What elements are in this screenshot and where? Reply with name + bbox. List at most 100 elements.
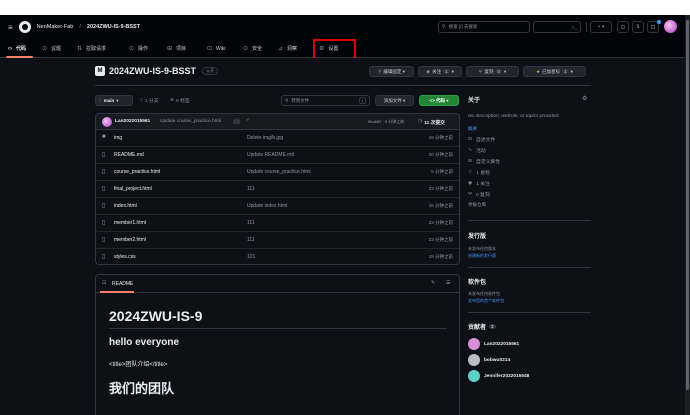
activity-link[interactable]: ∿ 活动 xyxy=(468,147,486,154)
file-row[interactable]: ▯ final_project.html 111 23 分钟之前 xyxy=(96,181,459,198)
tab-projects[interactable]: ⊞ 项目 xyxy=(167,43,186,54)
tab-wiki[interactable]: ⊡ Wiki xyxy=(207,43,225,54)
file-row[interactable]: ▯ course_practice.html Update course_pract… xyxy=(96,164,459,181)
readme-heading-2: hello everyone xyxy=(109,337,180,348)
commit-message[interactable]: Update course_practice.html xyxy=(160,119,221,124)
code-icon: ‹› xyxy=(8,45,12,52)
fork-icon: Ψ xyxy=(468,192,473,197)
file-name[interactable]: index.html xyxy=(114,203,137,209)
forks-link[interactable]: Ψ0 复刻 xyxy=(468,191,490,198)
create-release-link[interactable]: 创建新的发行版 xyxy=(468,253,496,259)
settings-highlight-box xyxy=(313,39,356,60)
user-avatar[interactable] xyxy=(664,20,677,33)
readme-tab-underline xyxy=(100,291,134,293)
github-logo[interactable] xyxy=(18,21,31,33)
packages-title[interactable]: 软件包 xyxy=(468,277,486,286)
file-name[interactable]: README.md xyxy=(114,152,144,158)
file-commit-time: 23 分钟之前 xyxy=(428,186,453,191)
tab-insights[interactable]: ⊿ 洞察 xyxy=(278,43,297,54)
file-row[interactable]: ▯ member2.html 111 23 分钟之前 xyxy=(96,232,459,249)
outline-icon[interactable]: ☰ xyxy=(446,280,450,286)
readme-heading-team: 我们的团队 xyxy=(109,381,175,396)
pull-requests-button[interactable]: ⇅ xyxy=(632,21,644,33)
file-commit-message[interactable]: 111 xyxy=(247,220,255,226)
file-row[interactable]: ▯ README.md Update README.md 20 分钟之前 xyxy=(96,147,459,164)
tab-security[interactable]: ⊙ 安全 xyxy=(243,43,262,54)
report-link[interactable]: 举报仓库 xyxy=(468,202,486,208)
file-name[interactable]: final_project.html xyxy=(114,186,152,192)
tab-pull-requests[interactable]: ⇅ 拉取请求 xyxy=(77,43,106,54)
book-icon: ⊡ xyxy=(207,46,213,52)
star-button[interactable]: ★ 已加星标 1 ▾ xyxy=(523,66,586,77)
contributor-item[interactable]: Lan2022015561 xyxy=(468,338,519,350)
code-button[interactable]: <> 代码 ▾ xyxy=(419,95,459,106)
file-row[interactable]: ▯ index.html Update index.html 16 分钟之前 xyxy=(96,198,459,215)
go-to-file-input[interactable]: ⚲ 转到文件 t xyxy=(281,95,370,106)
sidebar-divider xyxy=(468,312,591,313)
file-commit-message[interactable]: 111 xyxy=(247,186,255,192)
file-commit-message[interactable]: Update course_practice.html xyxy=(247,169,311,175)
pencil-icon[interactable]: ✎ xyxy=(431,280,435,286)
about-summary-link[interactable]: 概要 xyxy=(468,126,477,132)
app-window: ≡ NeoMaker-Fab / 2024ZWU-IS-9-BSST ⚲ 搜索 … xyxy=(0,0,690,415)
global-header: ≡ NeoMaker-Fab / 2024ZWU-IS-9-BSST ⚲ 搜索 … xyxy=(0,15,690,39)
commit-hash[interactable]: 86a682 · 5 分钟之前 xyxy=(368,119,404,125)
file-row[interactable]: ▯ member1.html 111 23 分钟之前 xyxy=(96,215,459,232)
scrollbar-thumb[interactable] xyxy=(686,20,689,390)
terminal-button[interactable]: >_ xyxy=(533,21,581,33)
file-commit-message[interactable]: Delete img/b.jpg xyxy=(247,135,283,141)
fork-icon: Ψ xyxy=(478,69,483,74)
search-input[interactable]: ⚲ 搜索 [/] 去搜索 xyxy=(438,21,530,33)
file-name[interactable]: member1.html xyxy=(114,220,146,226)
stars-link[interactable]: ☆ 1 星标 xyxy=(468,169,490,176)
commit-author[interactable]: Lan2022015561 xyxy=(115,119,150,124)
releases-title[interactable]: 发行版 xyxy=(468,231,486,240)
repo-link[interactable]: 2024ZWU-IS-9-BSST xyxy=(87,24,140,30)
file-icon: ▯ xyxy=(102,220,106,226)
title-divider xyxy=(95,85,591,86)
publish-package-link[interactable]: 发布您的首个软件包 xyxy=(468,298,504,304)
branch-icon: ᚴ xyxy=(140,98,143,104)
file-row[interactable]: ▯ styles.css 121 19 分钟之前 xyxy=(96,249,459,264)
file-name[interactable]: styles.css xyxy=(114,254,136,260)
tab-code[interactable]: ‹› 代码 xyxy=(8,43,26,54)
issues-button[interactable]: ⊙ xyxy=(617,21,629,33)
file-row[interactable]: ■ img Delete img/b.jpg 16 分钟之前 xyxy=(96,130,459,147)
commit-count[interactable]: ◷ 11 次提交 xyxy=(418,119,445,126)
about-gear-icon[interactable]: ⚙ xyxy=(582,95,587,102)
menu-icon[interactable]: ≡ xyxy=(8,23,13,32)
file-commit-message[interactable]: Update README.md xyxy=(247,152,294,158)
fork-button[interactable]: Ψ 复刻 0 ▾ xyxy=(466,66,519,77)
file-commit-message[interactable]: 111 xyxy=(247,237,255,243)
file-name[interactable]: img xyxy=(114,135,122,141)
contributor-name: Jennifer2022015548 xyxy=(484,373,530,379)
readme-tab[interactable]: README xyxy=(112,281,133,287)
contributor-item[interactable]: Jennifer2022015548 xyxy=(468,370,529,382)
eye-icon: ◉ xyxy=(426,68,431,74)
repo-title[interactable]: 2024ZWU-IS-9-BSST xyxy=(109,66,196,76)
owner-link[interactable]: NeoMaker-Fab xyxy=(37,24,74,30)
tab-actions[interactable]: ⊙ 操作 xyxy=(129,43,148,54)
custom-properties-link[interactable]: ⊟ 自定义属性 xyxy=(468,158,500,165)
edit-pins-button[interactable]: ⚲ 编辑固定 ▾ xyxy=(369,66,414,77)
file-commit-message[interactable]: Update index.html xyxy=(247,203,287,209)
branch-selector[interactable]: ᚴ main ▾ xyxy=(95,95,133,106)
file-name[interactable]: member2.html xyxy=(114,237,146,243)
table-icon: ⊞ xyxy=(167,46,173,52)
contributor-item[interactable]: bobwu0214 xyxy=(468,354,510,366)
create-new-button[interactable]: + ▾ xyxy=(590,21,612,33)
add-file-button[interactable]: 添加文件 ▾ xyxy=(375,95,414,106)
branch-icon: ᚴ xyxy=(99,98,102,103)
commit-expand-button[interactable] xyxy=(233,119,240,124)
file-name[interactable]: course_practice.html xyxy=(114,169,160,175)
watch-button[interactable]: ◉ 关注 1 ▾ xyxy=(418,66,462,77)
file-commit-message[interactable]: 121 xyxy=(247,254,255,260)
inbox-icon: ⊡ xyxy=(650,24,656,31)
branches-link[interactable]: ᚴ1 分支 xyxy=(140,97,159,105)
tag-icon: ⊘ xyxy=(170,98,175,103)
watchers-link[interactable]: ◉ 1 关注 xyxy=(468,180,490,187)
tab-issues[interactable]: ⊙ 议题 xyxy=(42,43,61,54)
readme-link[interactable]: ⊡ 自述文件 xyxy=(468,136,495,143)
tags-link[interactable]: ⊘ 0 标签 xyxy=(170,97,190,104)
contributors-header[interactable]: 贡献者 3 xyxy=(468,322,496,331)
